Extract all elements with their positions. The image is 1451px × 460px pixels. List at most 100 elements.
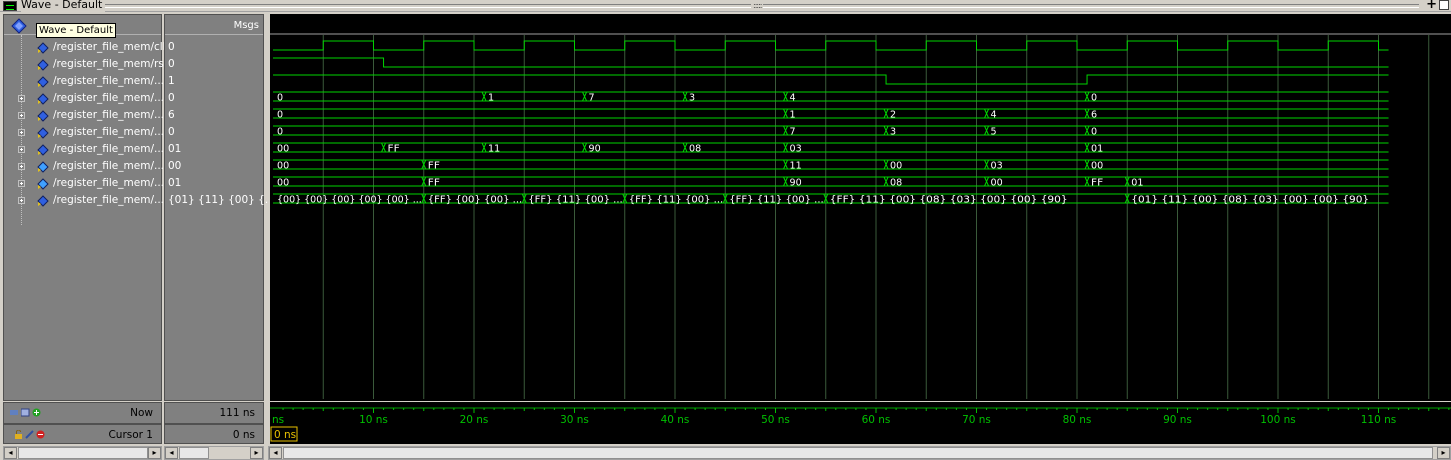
signal-value-row[interactable]: {01} {11} {00} {... <box>165 192 275 209</box>
cursor-label: Cursor 1 <box>108 429 153 441</box>
bus-value-label: 2 <box>890 110 896 121</box>
name-pane-scrollbar[interactable]: ◂ ▸ <box>3 446 162 460</box>
signal-value: 1 <box>168 75 175 87</box>
signal-row[interactable]: /register_file_mem/... <box>4 73 164 90</box>
signal-value: 0 <box>168 126 175 138</box>
signal-row[interactable]: /register_file_mem/... <box>4 175 164 192</box>
scroll-right-button[interactable]: ▸ <box>148 447 161 459</box>
signal-row[interactable]: /register_file_mem/... <box>4 192 164 209</box>
signal-value: 00 <box>168 160 182 172</box>
signal-value: 01 <box>168 143 182 155</box>
signal-row[interactable]: /register_file_mem/... <box>4 158 164 175</box>
wave-window-icon <box>3 1 17 11</box>
bus-value-label: 01 <box>1091 144 1103 155</box>
bus-value-label: 01 <box>1131 178 1143 189</box>
expand-icon[interactable] <box>18 146 25 153</box>
signal-row[interactable]: /register_file_mem/... <box>4 124 164 141</box>
signal-name-pane[interactable]: /register_file_mem/clk/register_file_mem… <box>3 14 169 401</box>
bus-transition <box>381 142 387 153</box>
bus-transition <box>582 142 588 153</box>
scroll-thumb[interactable] <box>179 447 209 459</box>
bus-transition <box>1084 125 1090 136</box>
signal-value: 0 <box>168 92 175 104</box>
signal-row[interactable]: /register_file_mem/... <box>4 90 164 107</box>
waveform-canvas[interactable]: 0 1 7 3 4 0 0 1 2 4 6 0 7 3 5 0 00 FF 11 90 08 03 01 00 FF 11 00 03… <box>268 14 1451 401</box>
expand-icon[interactable] <box>18 112 25 119</box>
signal-value-pane[interactable]: Msgs 0 0 1 0 6 0 01 00 01 {01} {11} {00} {... <box>164 14 275 401</box>
bus-transition <box>984 108 990 119</box>
signal-value-row[interactable]: 0 <box>165 124 263 141</box>
window-tooltip: Wave - Default <box>36 23 116 38</box>
bus-value-label: 00 <box>991 178 1003 189</box>
expand-icon[interactable] <box>18 163 25 170</box>
bus-value-label: 0 <box>1091 127 1097 138</box>
value-pane-scrollbar[interactable]: ◂ ▸ <box>164 446 264 460</box>
ruler-tick-label: 110 ns <box>1361 414 1397 426</box>
scroll-thumb[interactable] <box>283 447 1433 459</box>
bus-transition <box>783 142 789 153</box>
layout-icon[interactable] <box>21 408 30 417</box>
signal-name: /register_file_mem/rst <box>53 58 168 70</box>
delete-cursor-icon[interactable] <box>36 430 45 439</box>
signal-diamond-icon <box>37 144 49 156</box>
bus-value-label: 11 <box>488 144 500 155</box>
cursor-value: 0 ns <box>232 429 255 441</box>
scroll-thumb[interactable] <box>18 447 148 459</box>
signal-name: /register_file_mem/... <box>53 75 164 87</box>
signal-value-row[interactable]: 01 <box>165 175 263 192</box>
scroll-right-button[interactable]: ▸ <box>250 447 263 459</box>
scroll-left-button[interactable]: ◂ <box>165 447 178 459</box>
expand-icon[interactable] <box>18 95 25 102</box>
signal-row[interactable]: /register_file_mem/... <box>4 107 164 124</box>
ruler-tick-label: 20 ns <box>460 414 489 426</box>
signal-value-row[interactable]: 01 <box>165 141 263 158</box>
signal-value-row[interactable]: 0 <box>165 90 263 107</box>
bus-transition <box>682 91 688 102</box>
scroll-left-button[interactable]: ◂ <box>269 447 282 459</box>
signal-row[interactable]: /register_file_mem/rst <box>4 56 168 73</box>
signal-row[interactable]: /register_file_mem/... <box>4 141 164 158</box>
expand-icon[interactable] <box>18 180 25 187</box>
bus-value-label: 00 <box>277 161 289 172</box>
scroll-right-button[interactable]: ▸ <box>1437 447 1450 459</box>
signal-value-row[interactable]: 1 <box>165 73 263 90</box>
ruler-start-label: ns <box>272 414 284 426</box>
signal-diamond-icon <box>37 42 49 54</box>
bus-transition <box>682 142 688 153</box>
signal-value: 0 <box>168 58 175 70</box>
signal-value-row[interactable]: 6 <box>165 107 263 124</box>
bus-value-label: 00 <box>277 178 289 189</box>
now-value: 111 ns <box>219 407 255 419</box>
ruler-tick-label: 40 ns <box>661 414 690 426</box>
signal-diamond-icon <box>37 161 49 173</box>
grip-icon[interactable]: ::::: <box>751 2 764 10</box>
value-pane-header: Msgs <box>165 15 263 35</box>
signal-row[interactable]: /register_file_mem/clk <box>4 39 169 56</box>
bus-value-label: 4 <box>790 93 796 104</box>
expand-icon[interactable] <box>18 197 25 204</box>
bus-value-label: {FF} {00} {00} ... <box>428 195 523 206</box>
diamond-top-icon[interactable] <box>11 18 27 34</box>
clk-waveform <box>273 40 1389 51</box>
undock-icon[interactable] <box>1439 0 1449 10</box>
signal-diamond-icon <box>37 127 49 139</box>
lock-icon[interactable] <box>14 430 23 439</box>
bus-value-label: {FF} {11} {00} ... <box>729 195 824 206</box>
bus-transition <box>984 159 990 170</box>
bus-value-label: 7 <box>790 127 796 138</box>
maximize-icon[interactable]: + <box>1426 0 1437 12</box>
ruler-tick-label: 30 ns <box>560 414 589 426</box>
bus-value-label: {00} {00} {00} {00} {00} ... <box>277 195 422 206</box>
wave-pane-scrollbar[interactable]: ◂ ▸ <box>268 446 1451 460</box>
signal-value-row[interactable]: 0 <box>165 56 263 73</box>
edit-cursor-icon[interactable] <box>25 430 34 439</box>
bus-value-label: 0 <box>277 110 283 121</box>
signal-name: /register_file_mem/... <box>53 177 164 189</box>
signal-value-row[interactable]: 0 <box>165 39 263 56</box>
expand-icon[interactable] <box>18 129 25 136</box>
time-ruler[interactable]: ns 10 ns 20 ns 30 ns 40 ns 50 ns 60 ns 70 ns 80 … <box>268 402 1451 444</box>
zoom-icon[interactable] <box>10 408 19 417</box>
scroll-left-button[interactable]: ◂ <box>4 447 17 459</box>
signal-value-row[interactable]: 00 <box>165 158 263 175</box>
add-cursor-icon[interactable] <box>32 408 41 417</box>
